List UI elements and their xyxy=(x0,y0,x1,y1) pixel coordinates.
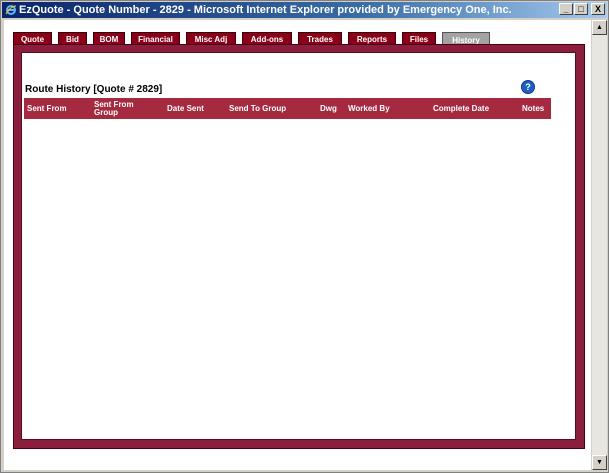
browser-window: EzQuote - Quote Number - 2829 - Microsof… xyxy=(0,0,609,473)
window-title: EzQuote - Quote Number - 2829 - Microsof… xyxy=(19,4,512,16)
help-icon[interactable]: ? xyxy=(522,81,534,93)
table-header: Sent From Sent From Group Date Sent Send… xyxy=(24,98,551,119)
col-date-sent[interactable]: Date Sent xyxy=(167,98,204,119)
ie-icon xyxy=(5,4,17,16)
title-bar: EzQuote - Quote Number - 2829 - Microsof… xyxy=(2,2,607,18)
col-send-to-group[interactable]: Send To Group xyxy=(229,98,286,119)
section-title: Route History [Quote # 2829] xyxy=(25,84,163,95)
scroll-up-arrow-icon[interactable]: ▲ xyxy=(592,20,607,35)
scroll-down-arrow-icon[interactable]: ▼ xyxy=(592,455,607,470)
close-button[interactable]: X xyxy=(591,3,605,15)
col-notes[interactable]: Notes xyxy=(522,98,544,119)
maximize-button[interactable]: □ xyxy=(574,3,588,15)
col-dwg[interactable]: Dwg xyxy=(320,98,337,119)
vertical-scrollbar[interactable]: ▲ ▼ xyxy=(592,20,607,470)
col-worked-by[interactable]: Worked By xyxy=(348,98,390,119)
col-sent-from[interactable]: Sent From xyxy=(27,98,67,119)
minimize-button[interactable]: _ xyxy=(559,3,573,15)
col-sent-from-group[interactable]: Sent From Group xyxy=(94,98,146,119)
col-complete-date[interactable]: Complete Date xyxy=(433,98,489,119)
